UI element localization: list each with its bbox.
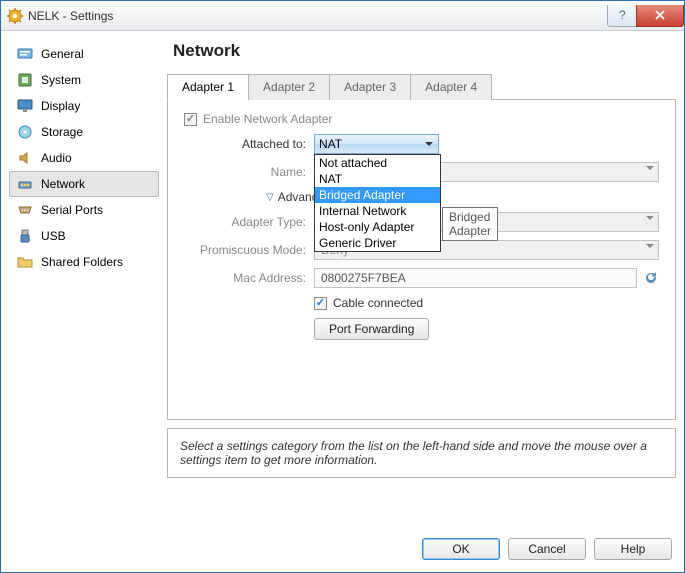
sidebar-item-usb[interactable]: USB bbox=[9, 223, 159, 249]
name-label: Name: bbox=[184, 165, 314, 179]
ok-button[interactable]: OK bbox=[422, 538, 500, 560]
refresh-mac-icon[interactable] bbox=[643, 270, 659, 286]
general-icon bbox=[17, 46, 33, 62]
help-button[interactable]: Help bbox=[594, 538, 672, 560]
chevron-down-icon bbox=[646, 244, 654, 252]
adapter-panel: Enable Network Adapter Attached to: NAT … bbox=[167, 100, 676, 420]
enable-network-adapter-checkbox[interactable] bbox=[184, 113, 197, 126]
window-title: NELK - Settings bbox=[28, 9, 608, 23]
dropdown-item-internal-network[interactable]: Internal Network bbox=[315, 203, 440, 219]
client-area: General System Display Storage Audio bbox=[1, 31, 684, 572]
chevron-down-icon bbox=[421, 137, 436, 151]
cable-connected-checkbox[interactable] bbox=[314, 297, 327, 310]
window-buttons: ? bbox=[608, 5, 684, 27]
sidebar-item-display[interactable]: Display bbox=[9, 93, 159, 119]
dropdown-item-host-only-adapter[interactable]: Host-only Adapter bbox=[315, 219, 440, 235]
attached-to-combo[interactable]: NAT Not attached NAT Bridged Adapter Int… bbox=[314, 134, 439, 154]
help-window-button[interactable]: ? bbox=[607, 5, 637, 27]
tab-adapter-3[interactable]: Adapter 3 bbox=[329, 74, 411, 100]
sidebar-item-network[interactable]: Network bbox=[9, 171, 159, 197]
advanced-expand-icon[interactable]: ▽ bbox=[266, 192, 274, 203]
cancel-button[interactable]: Cancel bbox=[508, 538, 586, 560]
adapter-tabs: Adapter 1 Adapter 2 Adapter 3 Adapter 4 bbox=[167, 73, 676, 100]
page-title: Network bbox=[173, 41, 676, 61]
hint-text: Select a settings category from the list… bbox=[180, 439, 647, 467]
attached-to-dropdown: Not attached NAT Bridged Adapter Interna… bbox=[314, 154, 441, 252]
display-icon bbox=[17, 98, 33, 114]
attached-to-value: NAT bbox=[319, 137, 342, 151]
network-icon bbox=[17, 176, 33, 192]
hint-box: Select a settings category from the list… bbox=[167, 428, 676, 478]
dropdown-item-not-attached[interactable]: Not attached bbox=[315, 155, 440, 171]
dropdown-item-bridged-adapter[interactable]: Bridged Adapter bbox=[315, 187, 440, 203]
enable-network-adapter-label: Enable Network Adapter bbox=[203, 112, 332, 126]
close-window-button[interactable] bbox=[636, 5, 684, 27]
promiscuous-mode-label: Promiscuous Mode: bbox=[184, 243, 314, 257]
sidebar-item-shared-folders[interactable]: Shared Folders bbox=[9, 249, 159, 275]
dialog-buttons: OK Cancel Help bbox=[9, 526, 676, 564]
sidebar-item-label: General bbox=[41, 47, 84, 61]
tab-adapter-1[interactable]: Adapter 1 bbox=[167, 74, 249, 100]
dropdown-item-nat[interactable]: NAT bbox=[315, 171, 440, 187]
sidebar-item-label: Audio bbox=[41, 151, 72, 165]
chevron-down-icon bbox=[646, 166, 654, 174]
settings-window: NELK - Settings ? General System Display bbox=[0, 0, 685, 573]
shared-folders-icon bbox=[17, 254, 33, 270]
sidebar-item-label: Storage bbox=[41, 125, 83, 139]
sidebar-item-label: Display bbox=[41, 99, 80, 113]
sidebar-item-label: Shared Folders bbox=[41, 255, 123, 269]
sidebar: General System Display Storage Audio bbox=[9, 39, 159, 526]
tab-adapter-2[interactable]: Adapter 2 bbox=[248, 74, 330, 100]
sidebar-item-storage[interactable]: Storage bbox=[9, 119, 159, 145]
mac-address-label: Mac Address: bbox=[184, 271, 314, 285]
content-pane: Network Adapter 1 Adapter 2 Adapter 3 Ad… bbox=[167, 39, 676, 526]
sidebar-item-audio[interactable]: Audio bbox=[9, 145, 159, 171]
serial-ports-icon bbox=[17, 202, 33, 218]
svg-text:?: ? bbox=[619, 10, 626, 20]
sidebar-item-label: USB bbox=[41, 229, 66, 243]
adapter-type-label: Adapter Type: bbox=[184, 215, 314, 229]
sidebar-item-serial-ports[interactable]: Serial Ports bbox=[9, 197, 159, 223]
cable-connected-label: Cable connected bbox=[333, 296, 423, 310]
sidebar-item-general[interactable]: General bbox=[9, 41, 159, 67]
sidebar-item-label: Network bbox=[41, 177, 85, 191]
attached-to-label: Attached to: bbox=[184, 137, 314, 151]
sidebar-item-label: Serial Ports bbox=[41, 203, 103, 217]
storage-icon bbox=[17, 124, 33, 140]
sidebar-item-label: System bbox=[41, 73, 81, 87]
audio-icon bbox=[17, 150, 33, 166]
port-forwarding-button[interactable]: Port Forwarding bbox=[314, 318, 429, 340]
app-gear-icon bbox=[7, 8, 23, 24]
mac-address-field[interactable]: 0800275F7BEA bbox=[314, 268, 637, 288]
dropdown-item-generic-driver[interactable]: Generic Driver bbox=[315, 235, 440, 251]
system-icon bbox=[17, 72, 33, 88]
titlebar[interactable]: NELK - Settings ? bbox=[1, 1, 684, 31]
sidebar-item-system[interactable]: System bbox=[9, 67, 159, 93]
usb-icon bbox=[17, 228, 33, 244]
chevron-down-icon bbox=[646, 216, 654, 224]
attached-to-tooltip: Bridged Adapter bbox=[442, 207, 498, 241]
tab-adapter-4[interactable]: Adapter 4 bbox=[410, 74, 492, 100]
